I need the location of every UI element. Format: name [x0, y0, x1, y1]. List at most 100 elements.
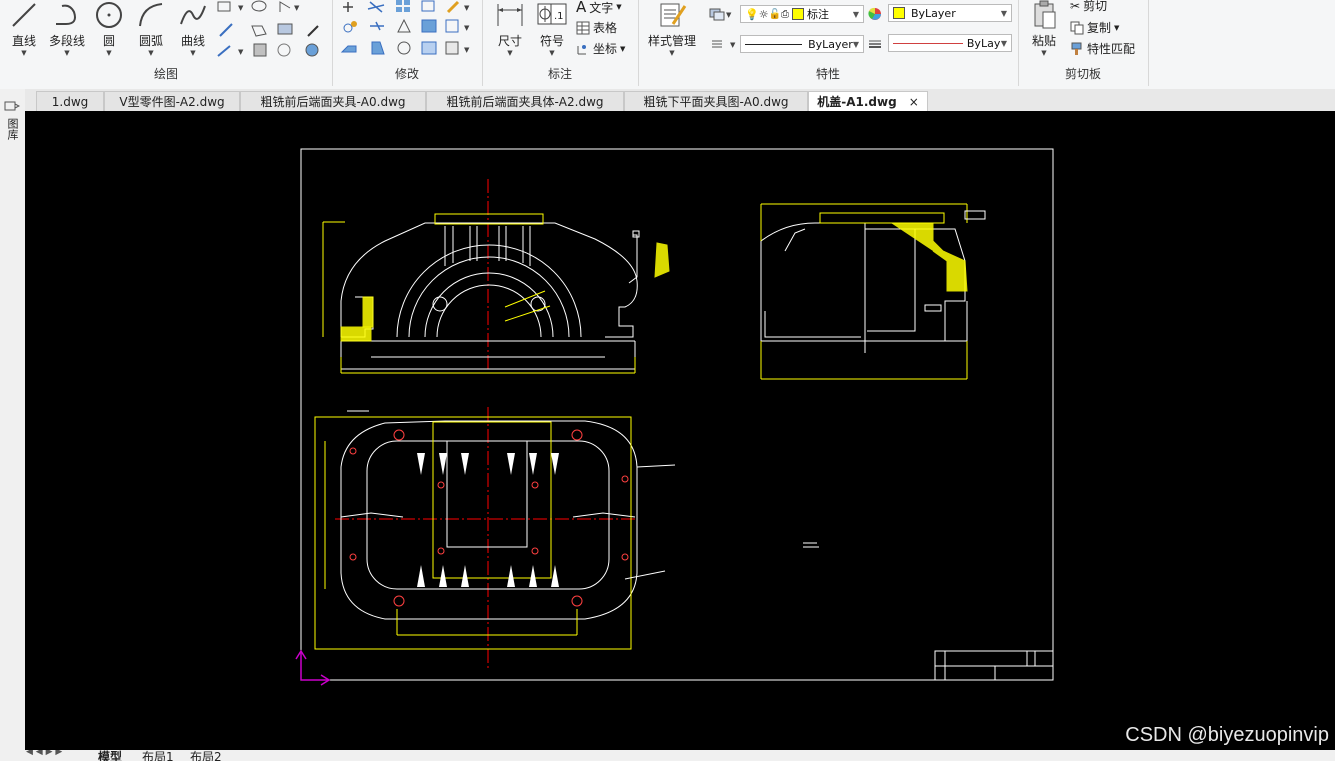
chevron-down-icon: ▼ [21, 49, 27, 57]
annotate-group: 尺寸 ▼ .1 符号 ▼ A 文字 ▼ 表格 坐标 ▼ 标注 [482, 0, 639, 86]
polyline-tool[interactable]: 多段线 ▼ [46, 0, 88, 57]
chevron-down-icon: ▼ [1041, 49, 1047, 57]
tab-label: 1.dwg [51, 94, 89, 109]
svg-text:▼: ▼ [726, 11, 732, 19]
front-view [322, 179, 670, 374]
chevron-down-icon: ▼ [620, 44, 626, 53]
layer-dropdown[interactable]: 💡 ☼ 🔓 ⎙ 标注 ▼ [740, 5, 864, 23]
tab-layout2[interactable]: 布局2 [190, 750, 222, 761]
svg-text:▼: ▼ [238, 48, 244, 56]
svg-text:▼: ▼ [294, 4, 300, 12]
line-tool[interactable]: 直线 ▼ [6, 0, 42, 57]
curve-tool[interactable]: 曲线 ▼ [176, 0, 210, 57]
dimension-tool[interactable]: 尺寸 ▼ [492, 0, 528, 57]
tab-cover-a1[interactable]: 机盖-A1.dwg × [808, 91, 928, 111]
chevron-down-icon: ▼ [1000, 8, 1007, 18]
modify-group: ▼ ▼ ▼ 修改 [332, 0, 483, 86]
linetype-dropdown[interactable]: ByLayer ▼ [740, 35, 864, 53]
svg-text:.1: .1 [554, 11, 564, 22]
text-label: 文字 [589, 0, 614, 15]
coordinate-tool[interactable]: 坐标 ▼ [576, 40, 625, 57]
chevron-down-icon: ▼ [106, 49, 112, 57]
tab-rough-mill-fixture-body-a2[interactable]: 粗铣前后端面夹具体-A2.dwg [426, 91, 624, 111]
chevron-down-icon: ▼ [1114, 23, 1120, 32]
side-view [760, 203, 986, 380]
modify-tools[interactable]: ▼ ▼ ▼ [338, 0, 478, 62]
arc-tool[interactable]: 圆弧 ▼ [134, 0, 168, 57]
match-properties-tool[interactable]: 特性匹配 [1070, 40, 1135, 57]
dimension-icon [497, 4, 523, 26]
cut-tool[interactable]: ✂ 剪切 [1070, 0, 1107, 14]
color-value: ByLayer [911, 6, 956, 20]
paste-tool[interactable]: 粘贴 ▼ [1026, 0, 1062, 57]
draw-small-tools[interactable]: ▼ ▼ ▼ [214, 0, 324, 62]
curve-label: 曲线 [180, 34, 205, 48]
svg-text:▼: ▼ [238, 4, 244, 12]
chevron-down-icon: ▼ [669, 49, 675, 57]
printer-icon: ⎙ [781, 8, 790, 20]
tab-rough-mill-fixture-a0[interactable]: 粗铣前后端面夹具-A0.dwg [240, 91, 426, 111]
layout-nav-arrows[interactable]: ◀ ◀ ▶ ▶ [26, 750, 62, 757]
chevron-down-icon: ▼ [507, 49, 513, 57]
svg-text:▼: ▼ [730, 41, 736, 49]
cad-drawing[interactable] [25, 111, 1335, 750]
chevron-down-icon: ▼ [852, 9, 859, 19]
layout-tab-bar: ◀ ◀ ▶ ▶ 模型 布局1 布局2 [0, 750, 1335, 761]
lineweight-dropdown[interactable]: ByLayer ▼ [888, 34, 1012, 52]
close-icon[interactable]: × [909, 95, 919, 109]
symbol-icon: .1 [537, 3, 567, 25]
lineweight-icon[interactable] [868, 38, 882, 50]
clipboard-group-label: 剪切板 [1064, 67, 1101, 81]
cut-label: 剪切 [1083, 0, 1108, 13]
arc-icon [139, 3, 163, 27]
document-tab-bar: 1.dwg V型零件图-A2.dwg 粗铣前后端面夹具-A0.dwg 粗铣前后端… [0, 89, 1335, 112]
chevron-down-icon: ▼ [1000, 38, 1007, 48]
coordinate-label: 坐标 [593, 42, 618, 56]
tab-rough-mill-bottom-fixture-a0[interactable]: 粗铣下平面夹具图-A0.dwg [624, 91, 808, 111]
left-side-panel: 图库 [0, 89, 25, 754]
drawing-canvas[interactable] [25, 111, 1335, 750]
color-wheel-icon[interactable] [868, 7, 882, 21]
text-tool[interactable]: A 文字 ▼ [576, 0, 622, 16]
coordinate-icon [577, 44, 586, 54]
lightbulb-icon: 💡 [745, 7, 759, 21]
symbol-label: 符号 [539, 34, 564, 48]
library-panel-button[interactable]: 图库 [4, 97, 21, 140]
brush-icon [1071, 42, 1082, 55]
layer-color-swatch [792, 8, 805, 20]
watermark: CSDN @biyezuopinvip [1125, 724, 1329, 746]
chevron-down-icon: ▼ [852, 39, 859, 49]
layer-manager-icon[interactable]: ▼ [708, 6, 732, 22]
tab-model[interactable]: 模型 [98, 750, 122, 761]
tab-1-dwg[interactable]: 1.dwg [36, 91, 104, 111]
circle-label: 圆 [102, 34, 115, 48]
sun-icon: ☼ [758, 7, 769, 21]
copy-tool[interactable]: 复制 ▼ [1070, 19, 1119, 36]
style-manager-tool[interactable]: 样式管理 ▼ [644, 0, 700, 57]
chevron-down-icon: ▼ [148, 49, 154, 57]
draw-group-label: 绘图 [153, 67, 178, 81]
table-label: 表格 [593, 21, 618, 35]
properties-group-label: 特性 [815, 67, 840, 81]
linetype-icon[interactable]: ▼ [710, 37, 738, 51]
lock-icon: 🔓 [768, 8, 782, 20]
linetype-preview [745, 43, 803, 45]
layer-name: 标注 [807, 8, 830, 21]
symbol-tool[interactable]: .1 符号 ▼ [534, 0, 570, 57]
circle-tool[interactable]: 圆 ▼ [92, 0, 126, 57]
table-tool[interactable]: 表格 [576, 19, 617, 36]
color-dropdown[interactable]: ByLayer ▼ [888, 4, 1012, 22]
lineweight-value: ByLayer [966, 36, 1001, 50]
library-icon [4, 101, 21, 111]
title-block [934, 650, 1054, 681]
chevron-down-icon: ▼ [64, 49, 70, 57]
properties-group: 样式管理 ▼ ▼ 💡 ☼ 🔓 ⎙ 标注 ▼ ByLayer ▼ ▼ ByLaye… [638, 0, 1019, 86]
clipboard-group: 粘贴 ▼ ✂ 剪切 复制 ▼ 特性匹配 剪切板 [1018, 0, 1149, 86]
circle-icon [96, 2, 122, 28]
arc-label: 圆弧 [138, 34, 163, 48]
polyline-label: 多段线 [48, 34, 85, 48]
tab-v-part-a2[interactable]: V型零件图-A2.dwg [104, 91, 240, 111]
copy-label: 复制 [1087, 21, 1112, 35]
tab-layout1[interactable]: 布局1 [142, 750, 174, 761]
chevron-down-icon: ▼ [549, 49, 555, 57]
